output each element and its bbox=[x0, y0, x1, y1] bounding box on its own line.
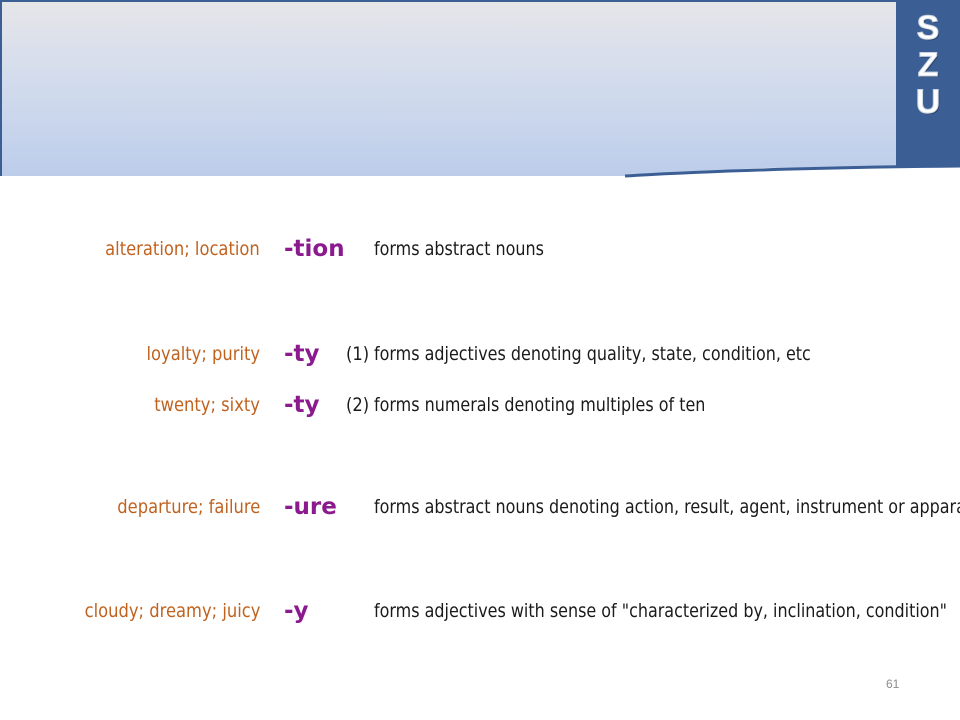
logo-letter-s: S bbox=[916, 9, 940, 47]
page-number: 61 bbox=[886, 677, 900, 691]
szu-logo: S Z U bbox=[896, 0, 960, 166]
suffix-label: -ure bbox=[284, 494, 337, 520]
slide: S Z U alteration; location -tion forms a… bbox=[0, 0, 960, 720]
example-words: alteration; location bbox=[105, 238, 260, 260]
sense-number: (1) bbox=[346, 343, 370, 365]
suffix-label: -ty bbox=[284, 392, 320, 418]
suffix-row-tion: alteration; location -tion forms abstrac… bbox=[0, 229, 960, 269]
suffix-description: forms adjectives denoting quality, state… bbox=[374, 343, 811, 365]
suffix-label: -y bbox=[284, 598, 309, 624]
header-band bbox=[0, 0, 960, 178]
sense-number: (2) bbox=[346, 394, 370, 416]
suffix-row-ty-1: loyalty; purity -ty (1) forms adjectives… bbox=[0, 334, 960, 374]
example-words: departure; failure bbox=[116, 496, 260, 518]
suffix-description: forms numerals denoting multiples of ten bbox=[374, 394, 706, 416]
suffix-label: -tion bbox=[284, 236, 345, 262]
suffix-row-ty-2: twenty; sixty -ty (2) forms numerals den… bbox=[0, 385, 960, 425]
logo-letter-u: U bbox=[915, 83, 941, 121]
suffix-label: -ty bbox=[284, 341, 320, 367]
suffix-row-ure: departure; failure -ure forms abstract n… bbox=[0, 487, 960, 527]
example-words: loyalty; purity bbox=[146, 343, 260, 365]
logo-letter-z: Z bbox=[917, 46, 939, 84]
suffix-row-y: cloudy; dreamy; juicy -y forms adjective… bbox=[0, 591, 960, 631]
suffix-description: forms abstract nouns bbox=[374, 238, 544, 260]
example-words: cloudy; dreamy; juicy bbox=[84, 600, 260, 622]
example-words: twenty; sixty bbox=[154, 394, 260, 416]
suffix-description: forms abstract nouns denoting action, re… bbox=[374, 496, 960, 518]
suffix-description: forms adjectives with sense of "characte… bbox=[374, 600, 947, 622]
